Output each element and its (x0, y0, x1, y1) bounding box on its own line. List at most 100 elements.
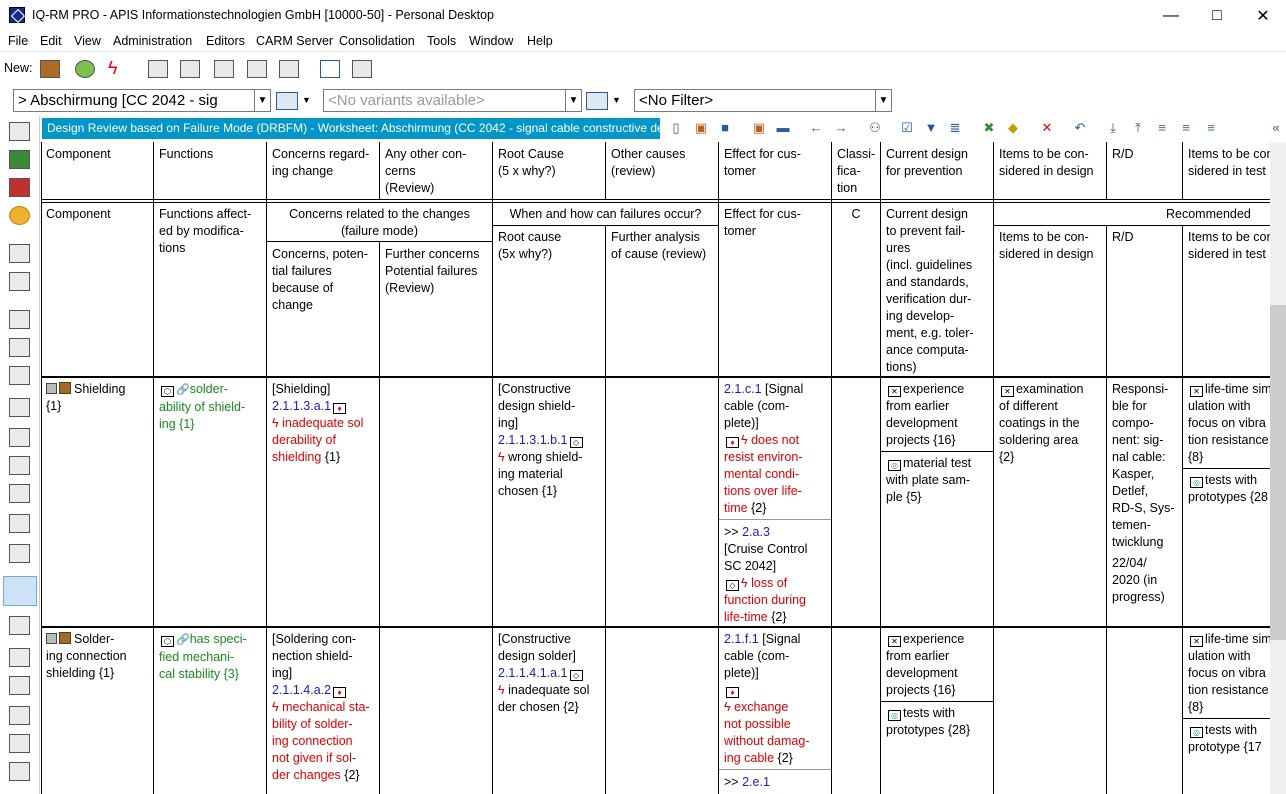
check-view-icon[interactable]: ☑ (900, 121, 914, 135)
new-function-icon[interactable] (75, 60, 95, 78)
filter-list-icon[interactable]: ≣ (948, 121, 962, 135)
table-row-1-test-1[interactable]: ✕ life-time sim ulation with focus on vib… (1183, 379, 1270, 467)
expand-icon[interactable]: ✖ (982, 121, 996, 135)
form-icon[interactable] (9, 338, 30, 357)
structure-tree-icon[interactable] (9, 310, 30, 329)
table-row-1-rd[interactable]: Responsi- ble for compo- nent: sig- nal … (1107, 379, 1183, 619)
tool-window-icon[interactable] (320, 60, 340, 78)
minimize-button[interactable]: — (1148, 0, 1194, 31)
table-clock-icon[interactable] (9, 676, 30, 695)
delete-icon[interactable]: ✕ (1040, 121, 1054, 135)
tool-structure-icon[interactable] (279, 60, 299, 78)
insert-above-icon[interactable]: ⤒ (1131, 121, 1145, 135)
network-green-icon[interactable] (9, 398, 30, 417)
tool-tree-icon[interactable] (352, 60, 372, 78)
col-header-effect[interactable]: Effect for cus- tomer (719, 144, 831, 198)
scrollbar-thumb[interactable] (1270, 305, 1286, 640)
worksheet-active-icon[interactable] (3, 576, 37, 606)
table-row-1-effect-1[interactable]: 2.1.c.1 [Signal cable (com- plete)] ♦ ϟ do… (719, 379, 831, 519)
col-header-items-test[interactable]: Items to be con- sidered in test (1183, 144, 1270, 198)
menu-editors[interactable]: Editors (206, 34, 245, 48)
menu-edit[interactable]: Edit (40, 34, 62, 48)
tool-net-icon[interactable] (148, 60, 168, 78)
table-row-1-root-cause[interactable]: [Constructive design shield- ing] 2.1.1.3… (493, 379, 605, 499)
network-red-icon[interactable] (9, 428, 30, 447)
maximize-button[interactable]: □ (1194, 0, 1240, 31)
table-row-1-effect-2[interactable]: >> 2.a.3 [Cruise Control SC 2042] ◇ ϟ loss … (719, 522, 831, 627)
schedule-icon[interactable] (9, 272, 30, 291)
table-row-2-test-2[interactable]: ◎ tests with prototype {17 (1183, 720, 1270, 760)
new-component-icon[interactable] (40, 60, 60, 78)
expand-box-icon[interactable] (46, 383, 57, 394)
table-search-icon[interactable] (9, 762, 30, 781)
menu-tools[interactable]: Tools (427, 34, 456, 48)
menu-window[interactable]: Window (469, 34, 513, 48)
col-header-classification[interactable]: Classi- fica- tion (832, 144, 880, 198)
table-row-2-prevention-2[interactable]: ◎ tests with prototypes {28} (881, 703, 993, 743)
print-icon[interactable]: ▬ (776, 121, 790, 135)
table-row-1-prevention-1[interactable]: ✕ experience from earlier development pro… (881, 379, 993, 451)
filter-combo[interactable]: <No Filter> (634, 89, 876, 112)
table-yellow-icon[interactable] (9, 514, 30, 533)
menu-consolidation[interactable]: Consolidation (339, 34, 415, 48)
structure-menu-icon[interactable]: ▼ (302, 95, 311, 105)
arrow-left-icon[interactable]: ← (809, 121, 823, 135)
col-header-items-design[interactable]: Items to be con- sidered in design (994, 144, 1106, 198)
bar-chart-icon[interactable] (9, 648, 30, 667)
arrow-right-icon[interactable]: → (834, 121, 848, 135)
table-row-1-function[interactable]: ⬡ 🔗solder- ability of shield- ing {1} (154, 379, 266, 439)
structure-combo[interactable]: > Abschirmung [CC 2042 - sig (13, 89, 255, 112)
table-row-1-prevention-2[interactable]: ◎ material test with plate sam- ple {5} (881, 453, 993, 509)
col-header-concerns[interactable]: Concerns regard- ing change (267, 144, 379, 198)
table-row-2-concern[interactable]: [Soldering con- nection shield- ing] 2.1.… (267, 629, 379, 789)
checklist-icon[interactable] (9, 244, 30, 263)
col-header-functions[interactable]: Functions (154, 144, 264, 198)
binoculars-icon[interactable] (9, 706, 30, 725)
structure-dropdown-icon[interactable]: ▼ (254, 89, 271, 112)
menu-carm-server[interactable]: CARM Server (256, 34, 333, 48)
col-header-root-cause[interactable]: Root Cause (5 x why?) (493, 144, 605, 198)
tree-expand-icon[interactable]: ≡ (1155, 121, 1169, 135)
col-header-current-design[interactable]: Current design for prevention (881, 144, 993, 198)
hierarchy-icon[interactable] (9, 366, 30, 385)
tree-collapse-icon[interactable]: ≡ (1179, 121, 1193, 135)
variants-combo[interactable]: <No variants available> (323, 89, 566, 112)
collapse-toolbar-icon[interactable]: « (1269, 121, 1283, 135)
table-row-1-component[interactable]: Shielding {1} (41, 379, 153, 429)
table-row-2-effect-1[interactable]: 2.1.f.1 [Signal cable (com- plete)] ♦ ϟ ex… (719, 629, 831, 769)
table-info-icon[interactable] (9, 734, 30, 753)
menu-help[interactable]: Help (527, 34, 553, 48)
overview-icon[interactable] (9, 122, 30, 141)
table-row-2-prevention-1[interactable]: ✕ experience from earlier development pro… (881, 629, 993, 701)
table-row-1-test-2[interactable]: ◎ tests with prototypes {28 (1183, 470, 1270, 510)
menu-administration[interactable]: Administration (113, 34, 192, 48)
tree-levels-icon[interactable]: ≡ (1204, 121, 1218, 135)
variants-menu-icon[interactable]: ▼ (612, 95, 621, 105)
filter-dropdown-icon[interactable]: ▼ (875, 89, 892, 112)
table-row-2-function[interactable]: ⬡ 🔗has speci- fied mechani- cal stability… (154, 629, 266, 689)
highlight-icon[interactable]: ◆ (1006, 121, 1020, 135)
table-row-2-root-cause[interactable]: [Constructive design solder] 2.1.1.4.1.a.… (493, 629, 605, 719)
menu-file[interactable]: File (8, 34, 28, 48)
table-row-2-test-1[interactable]: ✕ life-time sim ulation with focus on vib… (1183, 629, 1270, 717)
filter-icon[interactable]: ▼ (924, 121, 938, 135)
save-icon[interactable]: ■ (718, 121, 732, 135)
undo-icon[interactable]: ↶ (1073, 121, 1087, 135)
structure-tree-icon[interactable] (276, 92, 298, 110)
variants-tree-icon[interactable] (586, 92, 608, 110)
help-icon[interactable] (9, 206, 30, 225)
table-row-2-component[interactable]: Solder- ing connection shielding {1} (41, 629, 153, 685)
col-header-component[interactable]: Component (41, 144, 151, 198)
list-red-icon[interactable] (9, 178, 30, 197)
tool-network-icon[interactable] (180, 60, 200, 78)
expand-box-icon[interactable] (46, 633, 57, 644)
tool-wrench-icon[interactable] (247, 60, 267, 78)
print-preview-icon[interactable]: ▣ (752, 121, 766, 135)
table-icon[interactable] (9, 484, 30, 503)
col-header-other-causes[interactable]: Other causes (review) (606, 144, 718, 198)
menu-view[interactable]: View (74, 34, 101, 48)
new-failure-icon[interactable]: ϟ (108, 59, 128, 78)
table-row-2-effect-2[interactable]: >> 2.e.1 (719, 772, 831, 794)
list-green-icon[interactable] (9, 150, 30, 169)
new-document-icon[interactable]: ▯ (669, 121, 683, 135)
